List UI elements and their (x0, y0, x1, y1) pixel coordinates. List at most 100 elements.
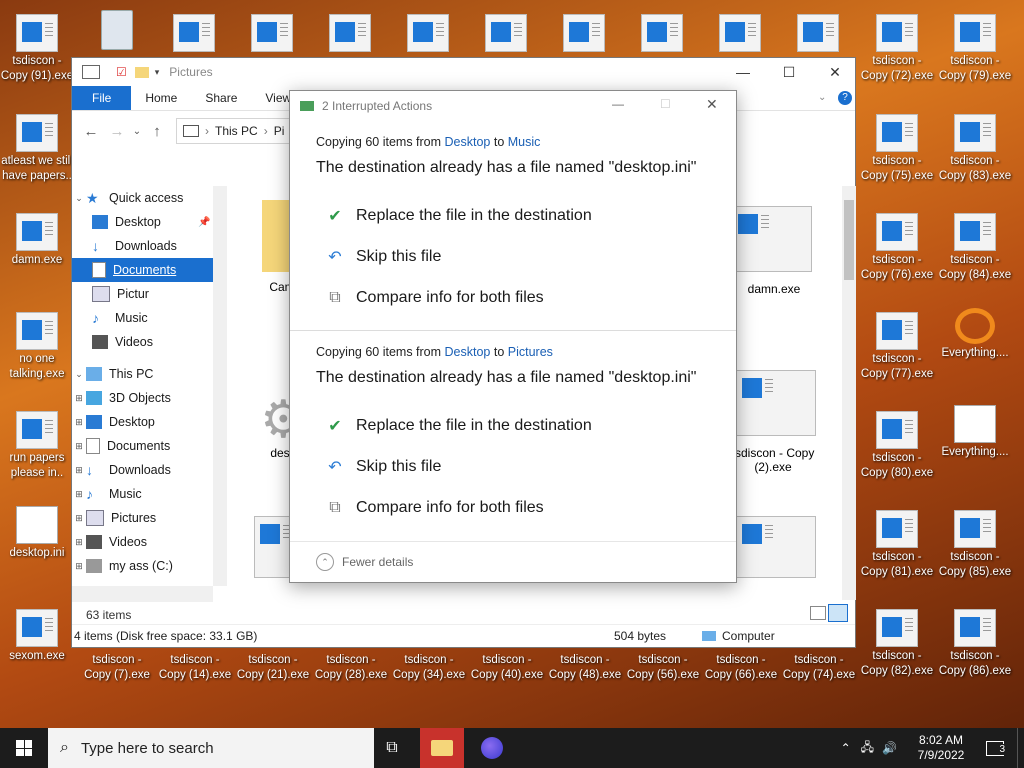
desktop-icon[interactable]: damn.exe (0, 213, 74, 268)
destination-link[interactable]: Pictures (508, 345, 553, 359)
desktop-icon[interactable]: no one talking.exe (0, 312, 74, 382)
nav-item-desktop[interactable]: Desktop 📌 (72, 210, 213, 234)
desktop-icon[interactable]: run papers please in.. (0, 411, 74, 481)
skip-option[interactable]: ↶ Skip this file (316, 446, 710, 487)
dropdown-icon[interactable]: ▾ (155, 67, 160, 78)
nav-hscrollbar[interactable] (72, 586, 213, 602)
file-item-tsdiscon-copy-2[interactable]: tsdiscon - Copy (2).exe (728, 370, 818, 474)
replace-option[interactable]: ✔ Replace the file in the destination (316, 405, 710, 446)
forward-arrow-icon[interactable]: → (104, 123, 130, 140)
desktop-icon[interactable]: desktop.ini (0, 506, 74, 561)
expand-plus-icon[interactable]: ⊞ (72, 537, 86, 548)
desktop-icon[interactable]: tsdiscon - Copy (82).exe (860, 609, 934, 679)
desktop-icon[interactable]: Everything.... (938, 405, 1012, 460)
chevron-down-icon[interactable]: ⌄ (72, 193, 86, 204)
explorer-titlebar[interactable]: ☑ ▾ Pictures — ☐ ✕ (72, 58, 855, 86)
desktop-icon[interactable] (781, 14, 855, 54)
fewer-details-button[interactable]: ⌃ Fewer details (290, 541, 736, 582)
nav-item-pc-downloads[interactable]: ⊞ ↓ Downloads (72, 458, 213, 482)
ribbon-expand-icon[interactable]: ⌄ (818, 92, 826, 103)
nav-this-pc[interactable]: ⌄ This PC (72, 362, 213, 386)
application-icon[interactable] (254, 516, 292, 578)
expand-plus-icon[interactable]: ⊞ (72, 441, 86, 452)
nav-item-downloads[interactable]: ↓ Downloads (72, 234, 213, 258)
help-icon[interactable]: ? (838, 91, 852, 105)
minimize-button[interactable]: — (720, 58, 766, 86)
desktop-icon-label[interactable]: tsdiscon - Copy (21).exe (236, 653, 310, 683)
desktop-icon[interactable] (703, 14, 777, 54)
desktop-icon-label[interactable]: tsdiscon - Copy (14).exe (158, 653, 232, 683)
show-desktop-button[interactable] (1017, 728, 1024, 768)
skip-option[interactable]: ↶ Skip this file (316, 236, 710, 277)
expand-plus-icon[interactable]: ⊞ (72, 393, 86, 404)
checkmark-quick-icon[interactable]: ☑ (116, 65, 127, 79)
nav-item-pc-videos[interactable]: ⊞ Videos (72, 530, 213, 554)
recent-dropdown-icon[interactable]: ⌄ (130, 126, 144, 137)
view-details-icon[interactable] (810, 606, 826, 620)
destination-link[interactable]: Music (508, 135, 541, 149)
desktop-icon-label[interactable]: tsdiscon - Copy (56).exe (626, 653, 700, 683)
nav-item-3d-objects[interactable]: ⊞ 3D Objects (72, 386, 213, 410)
chevron-up-icon[interactable]: ⌃ (841, 741, 851, 755)
minimize-button[interactable]: — (612, 97, 624, 111)
scroll-thumb[interactable] (844, 200, 854, 280)
nav-item-pictures[interactable]: Pictur (72, 282, 213, 306)
recycle-bin[interactable] (80, 10, 154, 50)
taskbar-search-box[interactable]: ⌕ Type here to search (48, 728, 374, 768)
application-icon[interactable] (736, 516, 816, 578)
nav-item-music[interactable]: ♪ Music (72, 306, 213, 330)
desktop-icon[interactable] (625, 14, 699, 54)
volume-icon[interactable]: 🔊 (882, 741, 897, 755)
desktop-icon[interactable]: tsdiscon - Copy (79).exe (938, 14, 1012, 84)
desktop-icon[interactable]: tsdiscon - Copy (83).exe (938, 114, 1012, 184)
desktop-icon[interactable] (157, 14, 231, 54)
desktop-icon[interactable]: tsdiscon - Copy (77).exe (860, 312, 934, 382)
desktop-icon-label[interactable]: tsdiscon - Copy (28).exe (314, 653, 388, 683)
source-link[interactable]: Desktop (445, 135, 491, 149)
desktop-icon[interactable]: tsdiscon - Copy (72).exe (860, 14, 934, 84)
desktop-icon[interactable]: tsdiscon - Copy (75).exe (860, 114, 934, 184)
breadcrumb-pictures[interactable]: Pi (274, 124, 285, 138)
desktop-icon[interactable] (469, 14, 543, 54)
tab-file[interactable]: File (72, 86, 132, 110)
clock[interactable]: 8:02 AM 7/9/2022 (909, 733, 973, 763)
desktop-icon-label[interactable]: tsdiscon - Copy (40).exe (470, 653, 544, 683)
nav-item-pc-desktop[interactable]: ⊞ Desktop (72, 410, 213, 434)
content-scrollbar[interactable] (842, 186, 856, 600)
folder-quick-icon[interactable] (134, 66, 149, 78)
desktop-icon[interactable]: tsdiscon - Copy (81).exe (860, 510, 934, 580)
nav-item-drive-c[interactable]: ⊞ my ass (C:) (72, 554, 213, 578)
nav-item-pc-music[interactable]: ⊞ ♪ Music (72, 482, 213, 506)
nav-item-pc-pictures[interactable]: ⊞ Pictures (72, 506, 213, 530)
desktop-icon-label[interactable]: tsdiscon - Copy (66).exe (704, 653, 778, 683)
task-view-button[interactable]: ⧉ (380, 728, 404, 768)
chevron-down-icon[interactable]: ⌄ (72, 369, 86, 380)
desktop-icon-label[interactable]: tsdiscon - Copy (74).exe (782, 653, 856, 683)
nav-item-pc-documents[interactable]: ⊞ Documents (72, 434, 213, 458)
back-arrow-icon[interactable]: ← (78, 123, 104, 140)
desktop-icon[interactable]: Everything.... (938, 308, 1012, 361)
breadcrumb-this-pc[interactable]: This PC (215, 124, 258, 138)
expand-plus-icon[interactable]: ⊞ (72, 513, 86, 524)
nav-item-documents[interactable]: Documents (72, 258, 213, 282)
desktop-icon[interactable]: atleast we still have papers.. (0, 114, 74, 184)
desktop-icon[interactable]: tsdiscon - Copy (86).exe (938, 609, 1012, 679)
expand-plus-icon[interactable]: ⊞ (72, 489, 86, 500)
desktop-icon[interactable]: sexom.exe (0, 609, 74, 664)
replace-option[interactable]: ✔ Replace the file in the destination (316, 195, 710, 236)
desktop-icon-label[interactable]: tsdiscon - Copy (7).exe (80, 653, 154, 683)
tab-home[interactable]: Home (131, 86, 191, 110)
desktop-icon[interactable] (547, 14, 621, 54)
desktop-icon[interactable]: tsdiscon - Copy (84).exe (938, 213, 1012, 283)
desktop-icon[interactable]: tsdiscon - Copy (91).exe (0, 14, 74, 84)
desktop-icon[interactable] (235, 14, 309, 54)
firefox-taskbar-button[interactable] (470, 728, 514, 768)
nav-item-videos[interactable]: Videos (72, 330, 213, 354)
source-link[interactable]: Desktop (445, 345, 491, 359)
close-button[interactable]: ✕ (812, 58, 858, 86)
desktop-icon[interactable]: tsdiscon - Copy (76).exe (860, 213, 934, 283)
desktop-icon[interactable]: tsdiscon - Copy (80).exe (860, 411, 934, 481)
expand-plus-icon[interactable]: ⊞ (72, 417, 86, 428)
desktop-icon-label[interactable]: tsdiscon - Copy (48).exe (548, 653, 622, 683)
file-explorer-taskbar-button[interactable] (420, 728, 464, 768)
